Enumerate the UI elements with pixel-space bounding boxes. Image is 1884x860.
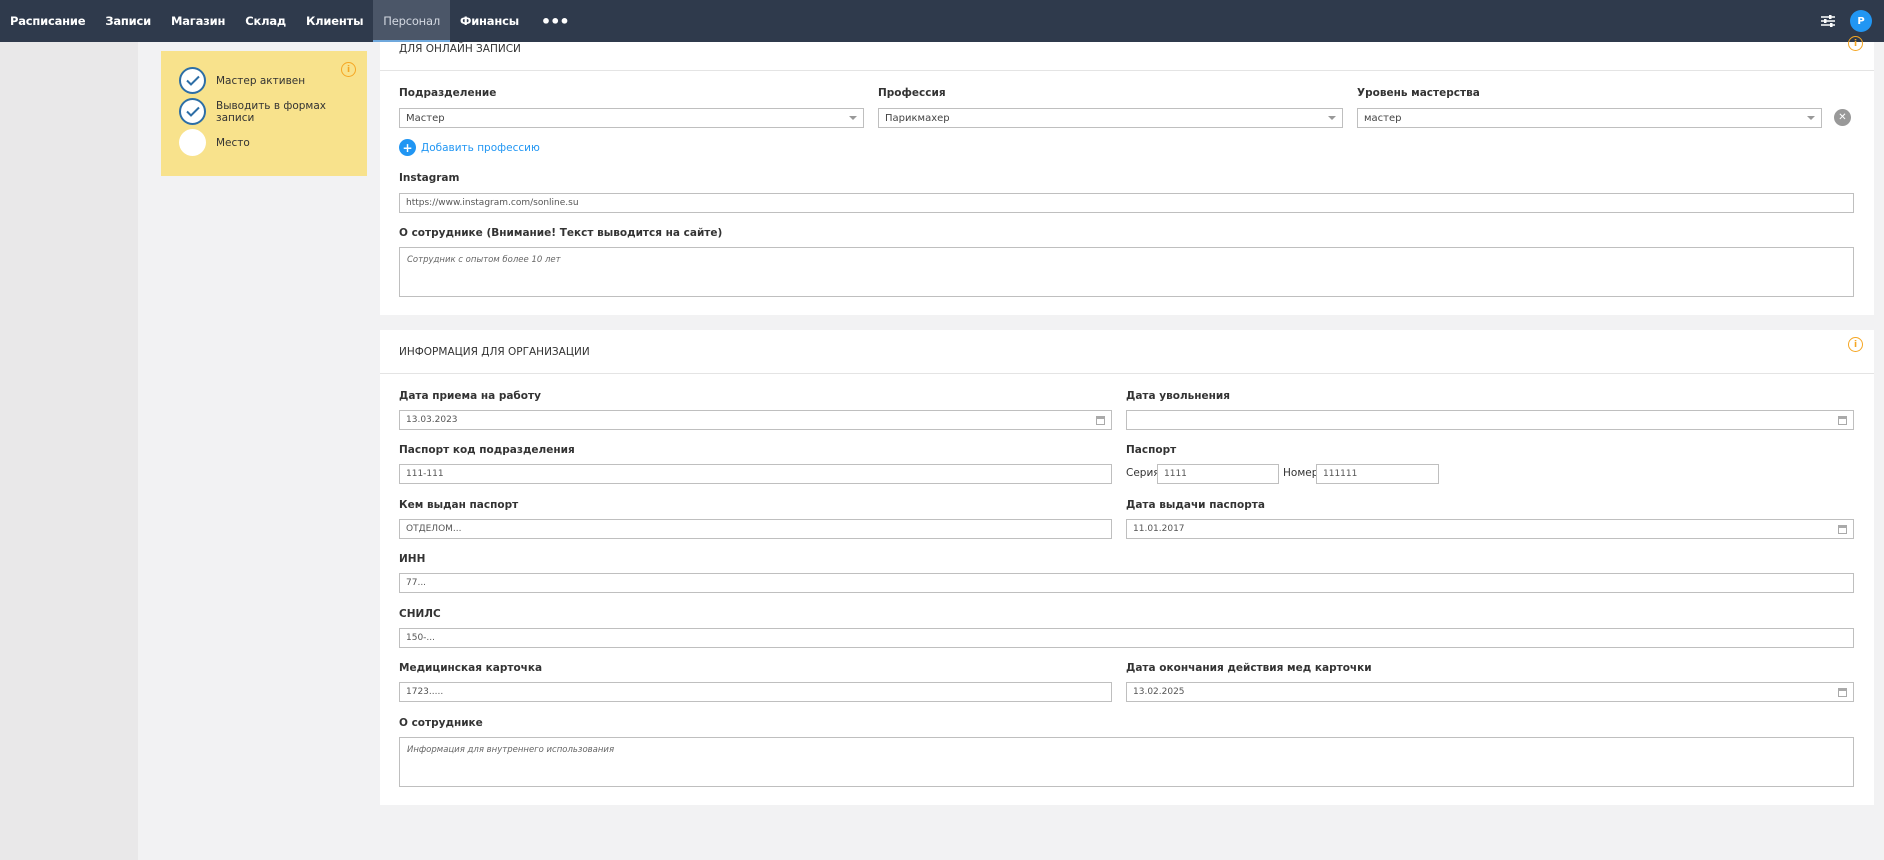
issue-date-label: Дата выдачи паспорта xyxy=(1126,499,1265,511)
issue-date-value: 11.01.2017 xyxy=(1133,524,1185,534)
nav-staff[interactable]: Персонал xyxy=(373,0,450,42)
plus-icon: + xyxy=(399,139,416,156)
organization-info-panel: ИНФОРМАЦИЯ ДЛЯ ОРГАНИЗАЦИИ i Дата приема… xyxy=(380,330,1874,805)
divider xyxy=(380,373,1874,374)
series-label: Серия xyxy=(1126,467,1160,479)
division-label: Подразделение xyxy=(399,87,497,99)
online-panel-title: ДЛЯ ОНЛАЙН ЗАПИСИ xyxy=(399,43,521,55)
calendar-icon[interactable] xyxy=(1096,416,1105,425)
issue-date-input[interactable]: 11.01.2017 xyxy=(1126,519,1854,539)
instagram-label: Instagram xyxy=(399,172,460,184)
inn-label: ИНН xyxy=(399,553,426,565)
snils-value: 150-... xyxy=(406,633,436,643)
snils-label: СНИЛС xyxy=(399,608,441,620)
passport-number-value: 111111 xyxy=(1323,469,1358,479)
dismiss-date-input[interactable] xyxy=(1126,410,1854,430)
org-panel-title: ИНФОРМАЦИЯ ДЛЯ ОРГАНИЗАЦИИ xyxy=(399,346,590,358)
calendar-icon[interactable] xyxy=(1838,525,1847,534)
issued-by-value: ОТДЕЛОМ... xyxy=(406,524,462,534)
unchecked-circle-icon[interactable] xyxy=(179,129,206,156)
passport-label: Паспорт xyxy=(1126,444,1177,456)
more-menu-button[interactable]: ••• xyxy=(529,0,581,42)
nav-records[interactable]: Записи xyxy=(95,0,161,42)
division-select[interactable]: Мастер xyxy=(399,108,864,128)
passport-series-input[interactable]: 1111 xyxy=(1157,464,1279,484)
settings-sliders-icon[interactable] xyxy=(1820,14,1836,28)
nav-clients[interactable]: Клиенты xyxy=(296,0,373,42)
profession-value: Парикмахер xyxy=(885,112,950,124)
skill-select[interactable]: мастер xyxy=(1357,108,1822,128)
about-internal-textarea[interactable]: Информация для внутреннего использования xyxy=(399,737,1854,787)
snils-input[interactable]: 150-... xyxy=(399,628,1854,648)
check-icon[interactable] xyxy=(179,98,206,125)
chevron-down-icon xyxy=(1328,116,1336,120)
remove-profession-button[interactable]: ✕ xyxy=(1834,109,1851,126)
about-public-label: О сотруднике (Внимание! Текст выводится … xyxy=(399,227,723,239)
inn-value: 77... xyxy=(406,578,427,588)
passport-code-label: Паспорт код подразделения xyxy=(399,444,575,456)
instagram-input[interactable]: https://www.instagram.com/sonline.su xyxy=(399,193,1854,213)
left-sidebar xyxy=(0,42,138,860)
hire-date-input[interactable]: 13.03.2023 xyxy=(399,410,1112,430)
hire-date-label: Дата приема на работу xyxy=(399,390,541,402)
dismiss-date-label: Дата увольнения xyxy=(1126,390,1231,402)
med-end-date-input[interactable]: 13.02.2025 xyxy=(1126,682,1854,702)
med-card-value: 1723..... xyxy=(406,687,444,697)
status-place-label: Место xyxy=(216,136,250,149)
master-status-card: i Мастер активен Выводить в формах запис… xyxy=(161,51,367,176)
info-icon[interactable]: i xyxy=(341,62,356,77)
hire-date-value: 13.03.2023 xyxy=(406,415,458,425)
status-show-in-forms-row[interactable]: Выводить в формах записи xyxy=(179,96,367,127)
status-active-label: Мастер активен xyxy=(216,74,306,87)
online-booking-panel: ДЛЯ ОНЛАЙН ЗАПИСИ i Подразделение Мастер… xyxy=(380,36,1874,315)
about-internal-label: О сотруднике xyxy=(399,717,483,729)
divider xyxy=(380,70,1874,71)
info-icon[interactable]: i xyxy=(1848,337,1863,352)
skill-value: мастер xyxy=(1364,112,1402,124)
status-show-in-forms-label: Выводить в формах записи xyxy=(216,99,326,124)
med-card-input[interactable]: 1723..... xyxy=(399,682,1112,702)
passport-code-input[interactable]: 111-111 xyxy=(399,464,1112,484)
check-icon[interactable] xyxy=(179,67,206,94)
add-profession-button[interactable]: + Добавить профессию xyxy=(399,139,540,156)
skill-label: Уровень мастерства xyxy=(1357,87,1480,99)
issued-by-input[interactable]: ОТДЕЛОМ... xyxy=(399,519,1112,539)
inn-input[interactable]: 77... xyxy=(399,573,1854,593)
chevron-down-icon xyxy=(1807,116,1815,120)
status-place-row[interactable]: Место xyxy=(179,127,367,158)
med-end-date-value: 13.02.2025 xyxy=(1133,687,1185,697)
instagram-value: https://www.instagram.com/sonline.su xyxy=(406,198,579,208)
nav-shop[interactable]: Магазин xyxy=(161,0,235,42)
number-label: Номер xyxy=(1283,467,1319,479)
passport-code-value: 111-111 xyxy=(406,469,444,479)
med-card-label: Медицинская карточка xyxy=(399,662,543,674)
info-icon[interactable]: i xyxy=(1848,36,1863,51)
status-active-row[interactable]: Мастер активен xyxy=(179,65,367,96)
about-public-textarea[interactable]: Сотрудник с опытом более 10 лет xyxy=(399,247,1854,297)
profession-label: Профессия xyxy=(878,87,946,99)
nav-warehouse[interactable]: Склад xyxy=(235,0,296,42)
division-value: Мастер xyxy=(406,112,445,124)
nav-finance[interactable]: Финансы xyxy=(450,0,529,42)
chevron-down-icon xyxy=(849,116,857,120)
add-profession-label: Добавить профессию xyxy=(421,141,540,154)
calendar-icon[interactable] xyxy=(1838,688,1847,697)
issued-by-label: Кем выдан паспорт xyxy=(399,499,519,511)
med-end-date-label: Дата окончания действия мед карточки xyxy=(1126,662,1372,674)
user-avatar[interactable]: P xyxy=(1850,10,1872,32)
passport-series-value: 1111 xyxy=(1164,469,1187,479)
nav-schedule[interactable]: Расписание xyxy=(0,0,95,42)
passport-number-input[interactable]: 111111 xyxy=(1316,464,1439,484)
calendar-icon[interactable] xyxy=(1838,416,1847,425)
profession-select[interactable]: Парикмахер xyxy=(878,108,1343,128)
top-nav: Расписание Записи Магазин Склад Клиенты … xyxy=(0,0,1884,42)
